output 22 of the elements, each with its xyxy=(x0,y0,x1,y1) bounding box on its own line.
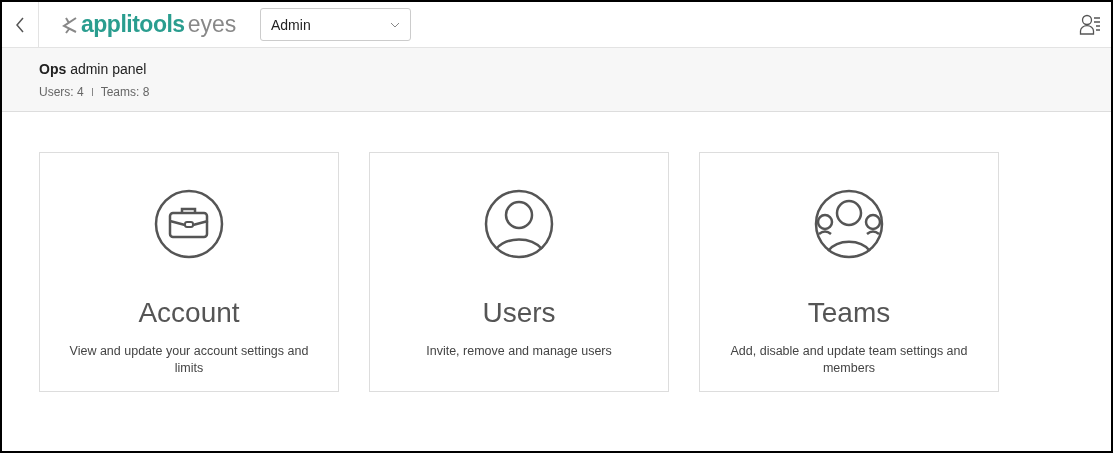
stat-text: Users: 4 xyxy=(39,85,84,99)
card-description: Invite, remove and manage users xyxy=(425,343,613,360)
briefcase-icon xyxy=(154,189,224,259)
admin-card[interactable]: Users Invite, remove and manage users xyxy=(369,152,669,392)
card-description: Add, disable and update team settings and members xyxy=(729,343,969,377)
admin-card[interactable]: Account View and update your account settings and limits xyxy=(39,152,339,392)
user-icon xyxy=(484,189,554,259)
back-icon xyxy=(15,16,25,33)
logo-product: eyes xyxy=(187,11,237,38)
account-select[interactable]: Admin xyxy=(260,8,411,41)
card-title: Account xyxy=(138,297,240,329)
stat-text: Teams: 8 xyxy=(100,85,150,99)
panel-title: Ops admin panel xyxy=(39,61,148,77)
group-icon xyxy=(814,189,884,259)
admin-card[interactable]: Teams Add, disable and update team settings and members xyxy=(699,152,999,392)
card-description: View and update your account settings and limits xyxy=(68,343,310,377)
logo-icon xyxy=(60,15,78,34)
logo-brand: applitools xyxy=(81,11,185,38)
chevron-down-icon xyxy=(390,21,400,28)
card-title: Users xyxy=(482,297,556,329)
card-title: Teams xyxy=(807,297,891,329)
user-menu-icon[interactable] xyxy=(1079,13,1101,36)
